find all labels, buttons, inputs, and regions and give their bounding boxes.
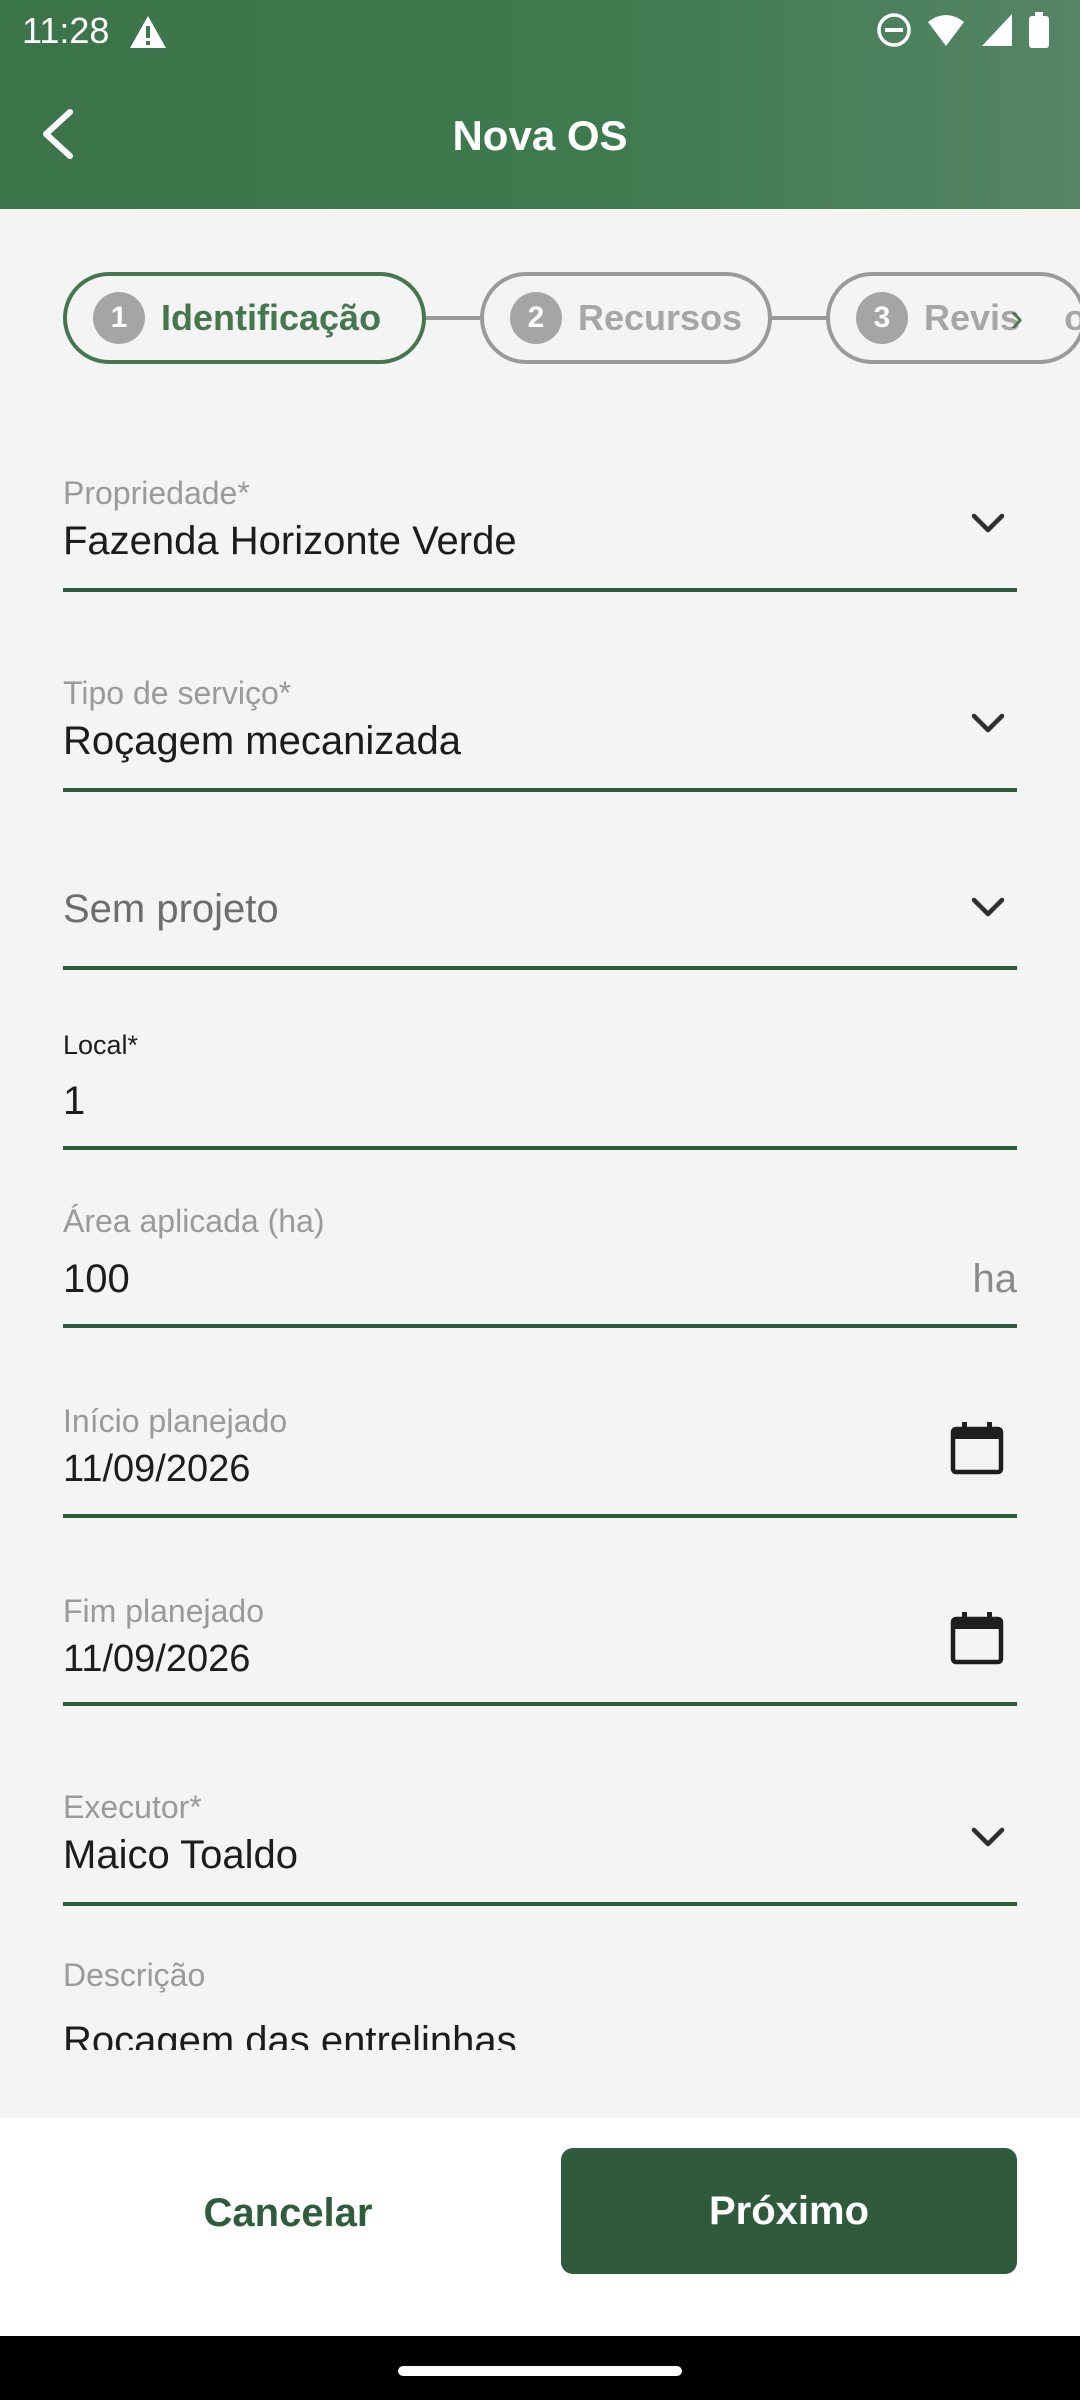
chevron-down-icon [971,897,1005,917]
cancel-button[interactable]: Cancelar [63,2150,513,2276]
step-connector [424,316,482,320]
gesture-handle[interactable] [398,2366,682,2376]
field-label: Local* [63,1030,139,1060]
projeto-select[interactable]: Sem projeto [63,870,1017,970]
step-number: 3 [856,292,908,344]
step-number: 2 [510,292,562,344]
step-identificacao[interactable]: 1 Identificação [63,272,426,364]
bottom-action-bar: Cancelar Próximo [0,2118,1080,2336]
field-value: Roçagem das entrelinhas [63,2019,517,2050]
field-label: Tipo de serviço* [63,675,292,711]
field-label: Área aplicada (ha) [63,1203,325,1239]
chevron-right-icon[interactable]: › [1010,294,1023,342]
wifi-icon [928,15,964,46]
status-icons [876,12,1050,48]
field-value: 1 [63,1079,86,1123]
field-value: Maico Toaldo [63,1833,298,1877]
step-connector [770,316,828,320]
executor-select[interactable]: Executor* Maico Toaldo [63,1784,1017,1906]
dnd-icon [877,13,911,47]
step-label: Recursos [578,297,743,338]
field-label: Início planejado [63,1403,288,1439]
local-input[interactable]: Local* 1 [63,1018,1017,1150]
field-value: 11/09/2026 [63,1638,251,1680]
battery-icon [1029,12,1049,48]
page-title: Nova OS [452,112,628,159]
chevron-down-icon [971,1827,1005,1847]
field-value: 100 [63,1257,130,1301]
field-label: Propriedade* [63,475,250,511]
field-value: Fazenda Horizonte Verde [63,519,517,563]
warning-icon [130,16,166,48]
next-button[interactable]: Próximo [561,2148,1017,2274]
field-label: Descrição [63,1957,206,1993]
step-label: Revis [924,297,1021,338]
calendar-icon[interactable] [949,1420,1005,1476]
propriedade-select[interactable]: Propriedade* Fazenda Horizonte Verde [63,470,1017,592]
field-value: 11/09/2026 [63,1448,251,1490]
step-label-tail: o [1064,297,1080,339]
descricao-input[interactable]: Descrição Roçagem das entrelinhas [63,1952,1017,2050]
calendar-icon[interactable] [949,1610,1005,1666]
chevron-down-icon [971,513,1005,533]
step-recursos[interactable]: 2 Recursos [480,272,772,364]
status-time: 11:28 [22,10,110,51]
field-value: Roçagem mecanizada [63,719,461,763]
chevron-down-icon [971,713,1005,733]
step-number: 1 [93,292,145,344]
unit-suffix: ha [972,1257,1018,1301]
step-revisao[interactable]: 3 Revis o [826,272,1080,364]
field-label: Fim planejado [63,1593,264,1629]
step-label: Identificação [161,297,382,338]
field-label: Executor* [63,1789,202,1825]
inicio-date-field[interactable]: Início planejado 11/09/2026 [63,1398,1017,1518]
stepper: 1 Identificação 2 Recursos 3 Revis o › [0,272,1080,364]
app-header: 11:28 Nova OS [0,0,1080,209]
area-input[interactable]: Área aplicada (ha) 100 ha [63,1198,1017,1328]
fim-date-field[interactable]: Fim planejado 11/09/2026 [63,1588,1017,1706]
field-placeholder: Sem projeto [63,887,279,931]
signal-icon [982,14,1012,46]
tipo-servico-select[interactable]: Tipo de serviço* Roçagem mecanizada [63,670,1017,792]
system-nav-bar [0,2336,1080,2400]
